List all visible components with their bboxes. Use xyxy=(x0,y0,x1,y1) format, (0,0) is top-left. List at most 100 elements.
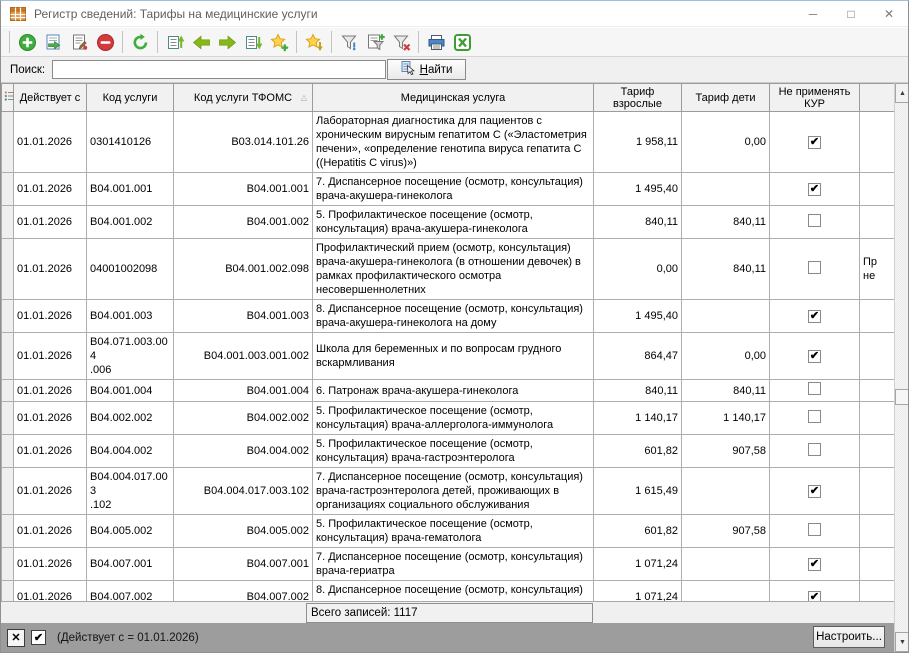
no-kur-checkbox[interactable] xyxy=(808,558,821,571)
list-arrow-down-icon xyxy=(244,33,263,52)
row-selector-cell[interactable] xyxy=(2,333,14,380)
no-kur-checkbox[interactable] xyxy=(808,443,821,456)
row-selector-cell[interactable] xyxy=(2,548,14,581)
table-row[interactable]: 01.01.2026B04.007.002B04.007.0028. Диспа… xyxy=(2,581,895,602)
arrow-right-icon xyxy=(218,33,237,52)
scroll-up-button[interactable] xyxy=(895,83,909,103)
no-kur-checkbox[interactable] xyxy=(808,261,821,274)
funnel-x-icon xyxy=(392,33,411,52)
search-bar: Поиск: Найти xyxy=(1,57,908,83)
table-row[interactable]: 01.01.2026B04.004.017.003 .102B04.004.01… xyxy=(2,468,895,515)
window-title: Регистр сведений: Тарифы на медицинские … xyxy=(34,7,318,21)
column-header-tariff-adult[interactable]: Тариф взрослые xyxy=(594,84,682,112)
service-code-cell: 0301410126 xyxy=(87,112,174,173)
filter-enabled-checkbox[interactable] xyxy=(31,630,46,645)
tariff-child-cell: 840,11 xyxy=(682,380,770,402)
row-selector-cell[interactable] xyxy=(2,435,14,468)
tariff-child-cell: 907,58 xyxy=(682,515,770,548)
no-kur-checkbox[interactable] xyxy=(808,310,821,323)
column-header-medical-service[interactable]: Медицинская услуга xyxy=(313,84,594,112)
add-favorite-button[interactable] xyxy=(266,29,292,55)
table-row[interactable]: 01.01.2026B04.005.002B04.005.0025. Профи… xyxy=(2,515,895,548)
column-header-service-code[interactable]: Код услуги xyxy=(87,84,174,112)
scroll-down-button[interactable] xyxy=(895,632,909,652)
table-row[interactable]: 01.01.2026B04.071.003.004 .006B04.001.00… xyxy=(2,333,895,380)
row-selector-cell[interactable] xyxy=(2,380,14,402)
column-header-tariff-child[interactable]: Тариф дети xyxy=(682,84,770,112)
effective-from-cell: 01.01.2026 xyxy=(14,300,87,333)
vertical-scrollbar[interactable] xyxy=(894,83,909,652)
column-header-tfoms-code[interactable]: Код услуги ТФОМС △ xyxy=(174,84,313,112)
refresh-button[interactable] xyxy=(127,29,153,55)
row-selector-header[interactable] xyxy=(2,84,14,112)
tariff-adult-cell: 1 615,49 xyxy=(594,468,682,515)
maximize-button[interactable]: □ xyxy=(832,1,870,26)
no-kur-checkbox[interactable] xyxy=(808,523,821,536)
clipped-column-cell xyxy=(860,468,895,515)
doc-arrow-icon xyxy=(44,33,63,52)
clipped-column-cell xyxy=(860,333,895,380)
row-selector-cell[interactable] xyxy=(2,402,14,435)
no-kur-cell xyxy=(770,380,860,402)
table-row[interactable]: 01.01.20260301410126B03.014.101.26Лабора… xyxy=(2,112,895,173)
scroll-thumb[interactable] xyxy=(895,389,909,405)
table-row[interactable]: 01.01.202604001002098B04.001.002.098Проф… xyxy=(2,239,895,300)
close-button[interactable]: ✕ xyxy=(870,1,908,26)
no-kur-checkbox[interactable] xyxy=(808,485,821,498)
search-input[interactable] xyxy=(52,60,386,79)
row-selector-cell[interactable] xyxy=(2,581,14,602)
filter-settings-button[interactable] xyxy=(362,29,388,55)
column-header-no-kur[interactable]: Не применять КУР xyxy=(770,84,860,112)
table-row[interactable]: 01.01.2026B04.004.002B04.004.0025. Профи… xyxy=(2,435,895,468)
add-record-button[interactable] xyxy=(14,29,40,55)
delete-record-button[interactable] xyxy=(92,29,118,55)
clear-filter-button[interactable] xyxy=(388,29,414,55)
medical-service-cell: Лабораторная диагностика для пациентов с… xyxy=(313,112,594,173)
row-selector-cell[interactable] xyxy=(2,239,14,300)
export-excel-button[interactable] xyxy=(449,29,475,55)
no-kur-checkbox[interactable] xyxy=(808,382,821,395)
printer-icon xyxy=(427,33,446,52)
row-selector-cell[interactable] xyxy=(2,300,14,333)
no-kur-checkbox[interactable] xyxy=(808,214,821,227)
medical-service-cell: Школа для беременных и по вопросам грудн… xyxy=(313,333,594,380)
medical-service-cell: 7. Диспансерное посещение (осмотр, консу… xyxy=(313,548,594,581)
no-kur-checkbox[interactable] xyxy=(808,410,821,423)
filter-button[interactable] xyxy=(336,29,362,55)
row-selector-cell[interactable] xyxy=(2,468,14,515)
no-kur-checkbox[interactable] xyxy=(808,136,821,149)
row-selector-cell[interactable] xyxy=(2,112,14,173)
row-selector-cell[interactable] xyxy=(2,515,14,548)
go-first-button[interactable] xyxy=(162,29,188,55)
column-header-effective-from[interactable]: Действует с xyxy=(14,84,87,112)
table-row[interactable]: 01.01.2026B04.001.002B04.001.0025. Профи… xyxy=(2,206,895,239)
tariff-child-cell: 0,00 xyxy=(682,112,770,173)
refresh-icon xyxy=(131,33,150,52)
copy-record-button[interactable] xyxy=(40,29,66,55)
next-record-button[interactable] xyxy=(214,29,240,55)
find-button[interactable]: Найти xyxy=(387,59,466,80)
column-header-clipped[interactable] xyxy=(860,84,895,112)
configure-button[interactable]: Настроить... xyxy=(813,626,885,648)
minimize-button[interactable]: ─ xyxy=(794,1,832,26)
table-row[interactable]: 01.01.2026B04.001.001B04.001.0017. Диспа… xyxy=(2,173,895,206)
table-row[interactable]: 01.01.2026B04.002.002B04.002.0025. Профи… xyxy=(2,402,895,435)
remove-filter-button[interactable] xyxy=(7,629,25,647)
no-kur-checkbox[interactable] xyxy=(808,350,821,363)
row-selector-cell[interactable] xyxy=(2,206,14,239)
table-row[interactable]: 01.01.2026B04.001.004B04.001.0046. Патро… xyxy=(2,380,895,402)
favorites-button[interactable] xyxy=(301,29,327,55)
no-kur-checkbox[interactable] xyxy=(808,183,821,196)
toolbar-separator xyxy=(296,31,297,53)
table-row[interactable]: 01.01.2026B04.007.001B04.007.0017. Диспа… xyxy=(2,548,895,581)
effective-from-cell: 01.01.2026 xyxy=(14,173,87,206)
toolbar-separator xyxy=(122,31,123,53)
table-row[interactable]: 01.01.2026B04.001.003B04.001.0038. Диспа… xyxy=(2,300,895,333)
no-kur-checkbox[interactable] xyxy=(808,591,821,601)
row-selector-cell[interactable] xyxy=(2,173,14,206)
edit-record-button[interactable] xyxy=(66,29,92,55)
go-last-button[interactable] xyxy=(240,29,266,55)
service-code-cell: B04.001.003 xyxy=(87,300,174,333)
prev-record-button[interactable] xyxy=(188,29,214,55)
print-button[interactable] xyxy=(423,29,449,55)
